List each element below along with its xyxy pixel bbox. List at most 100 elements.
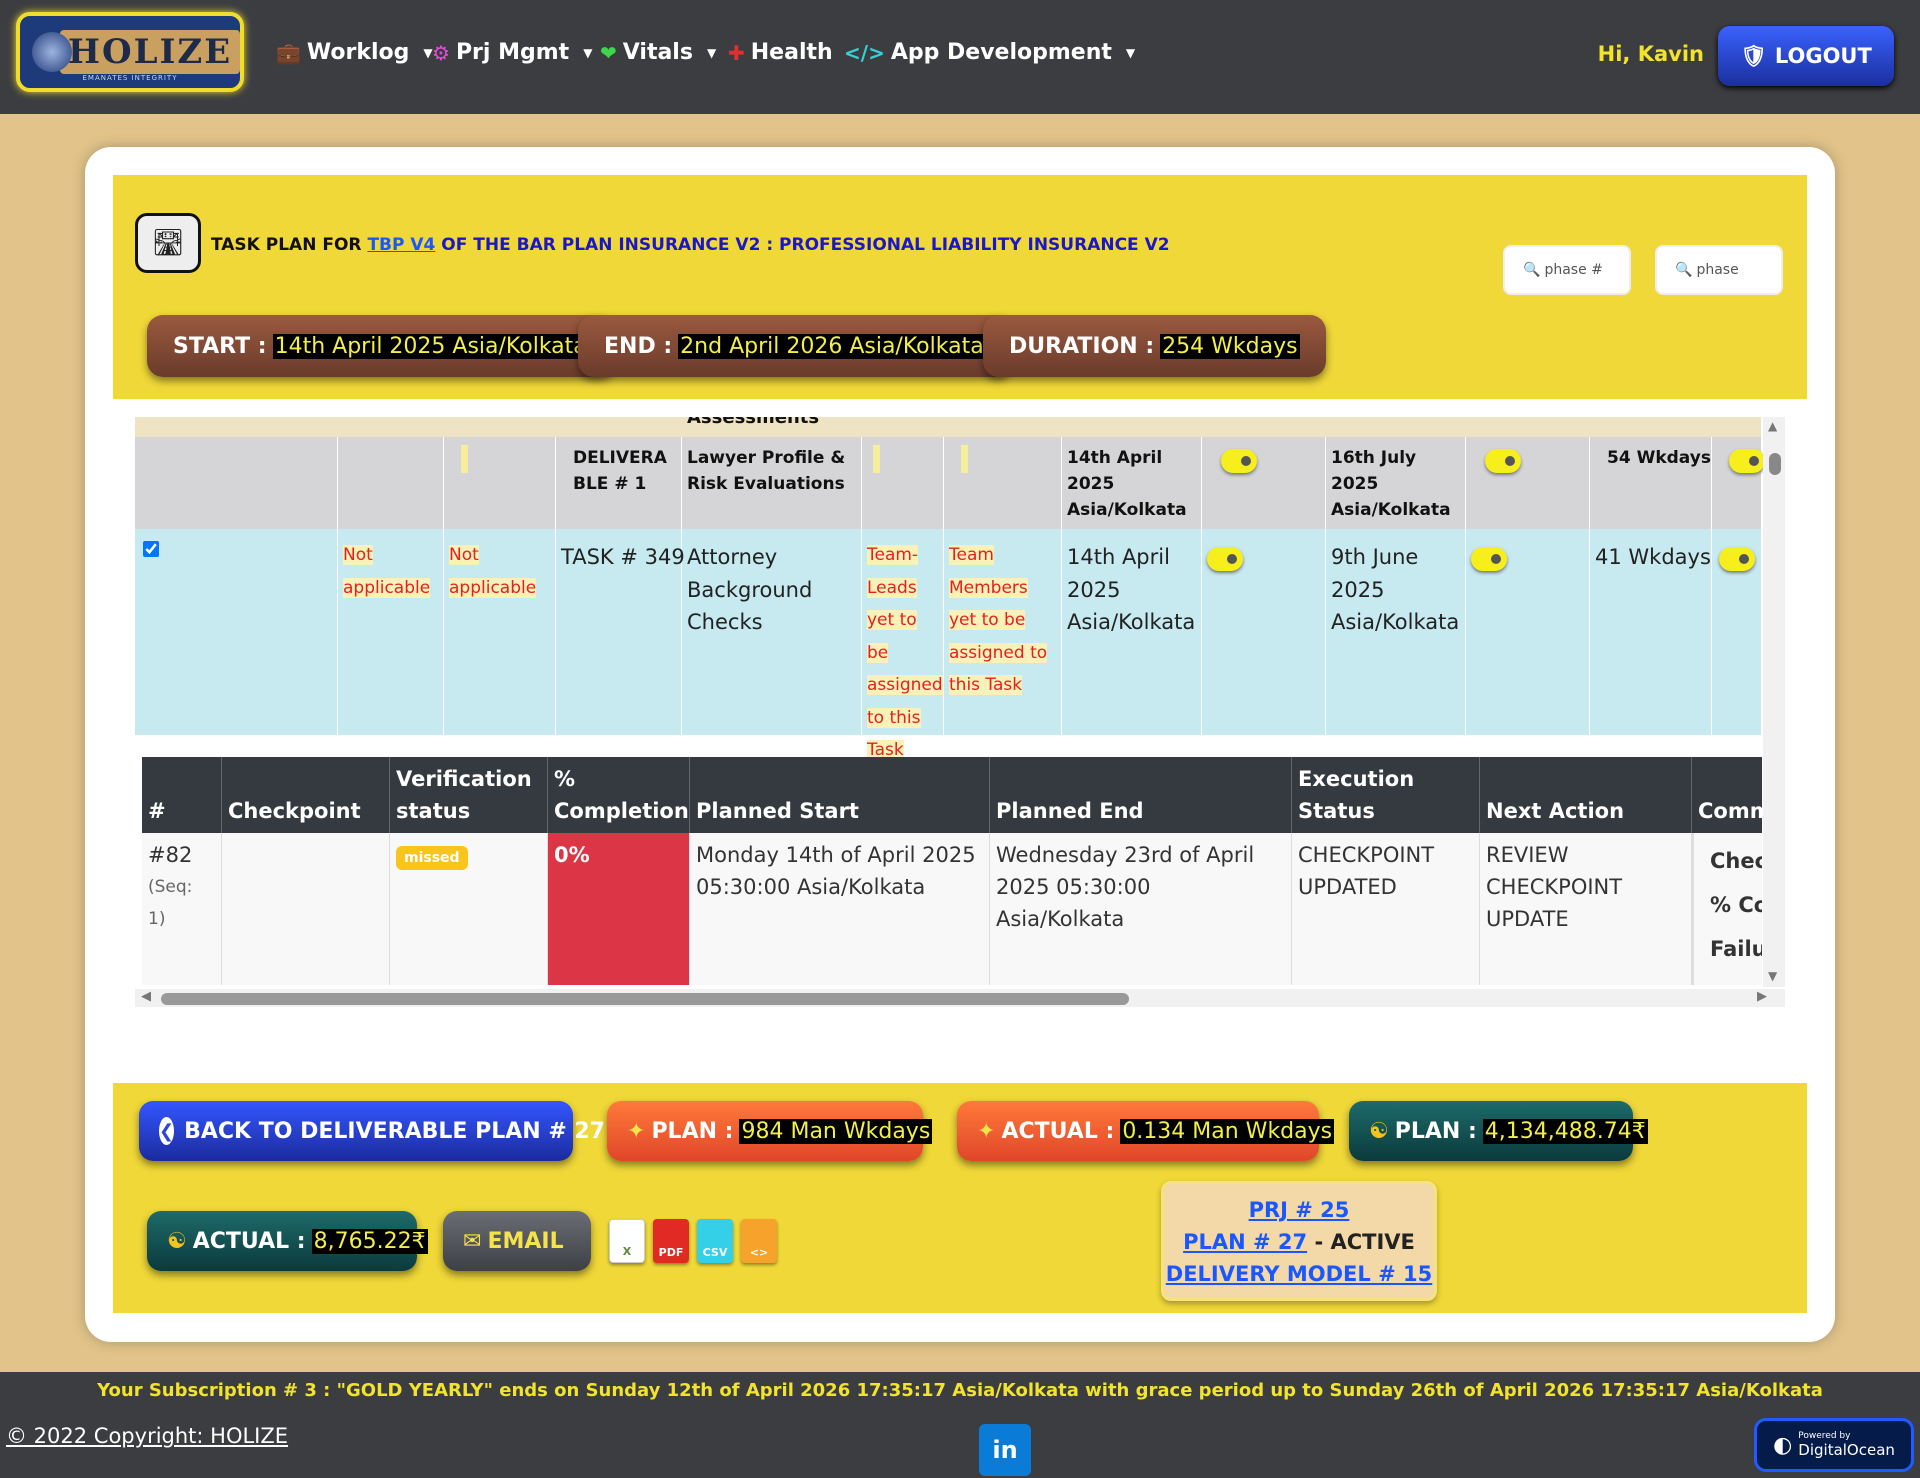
excel-icon[interactable]: X bbox=[609, 1219, 645, 1263]
coins-icon: ☯ bbox=[1369, 1118, 1389, 1144]
email-button[interactable]: ✉ EMAIL bbox=[443, 1211, 591, 1271]
back-to-deliverable-plan-button[interactable]: ❮ BACK TO DELIVERABLE PLAN # 27 bbox=[139, 1101, 605, 1161]
col-completion: % Completion bbox=[548, 757, 690, 833]
powered-by-text: Powered by bbox=[1798, 1431, 1851, 1441]
phase-placeholder: phase bbox=[1696, 262, 1739, 278]
missed-badge: missed bbox=[396, 846, 468, 870]
checkpoint-name bbox=[222, 833, 390, 985]
tools-icon: ✦ bbox=[627, 1118, 646, 1144]
scroll-left-icon[interactable]: ◀ bbox=[141, 989, 151, 1004]
checkpoint-table-header: # Checkpoint Verification status % Compl… bbox=[142, 757, 1762, 833]
shield-icon: 🛡 bbox=[1740, 43, 1767, 68]
deliverable-toggle[interactable] bbox=[1221, 449, 1257, 473]
deliverable-name: Lawyer Profile & Risk Evaluations bbox=[687, 448, 846, 494]
end-value: 2nd April 2026 Asia/Kolkata bbox=[678, 333, 986, 359]
start-value: 14th April 2025 Asia/Kolkata bbox=[272, 333, 589, 359]
task-select-checkbox[interactable] bbox=[143, 541, 159, 557]
heartbeat-icon: ❤ bbox=[600, 40, 617, 65]
digitalocean-badge[interactable]: ◐ Powered by DigitalOcean bbox=[1754, 1418, 1914, 1472]
linkedin-icon[interactable]: in bbox=[979, 1424, 1031, 1476]
back-arrow-icon: ❮ bbox=[159, 1117, 175, 1145]
pdf-icon[interactable]: PDF bbox=[653, 1219, 689, 1263]
actual-effort-button[interactable]: ✦ ACTUAL : 0.134 Man Wkdays bbox=[957, 1101, 1335, 1161]
nav-worklog[interactable]: 💼 Worklog ▼ bbox=[276, 40, 433, 65]
top-navbar: HOLIZE EMANATES INTEGRITY 💼 Worklog ▼ ⚙ … bbox=[0, 0, 1920, 114]
phase-number-search[interactable]: 🔍 phase # bbox=[1503, 245, 1631, 295]
plan-effort-value: 984 Man Wkdays bbox=[739, 1118, 933, 1144]
delivery-model-link[interactable]: DELIVERY MODEL # 15 bbox=[1166, 1262, 1432, 1286]
not-applicable-badge: Not applicable bbox=[449, 545, 537, 598]
phase-strip: Assessments bbox=[135, 417, 1761, 437]
deliverable-marker bbox=[461, 445, 468, 473]
team-members-unassigned: Team Members yet to be assigned to this … bbox=[949, 545, 1048, 695]
task-end: 9th June 2025 Asia/Kolkata bbox=[1331, 545, 1460, 634]
deliverable-end: 16th July 2025 Asia/Kolkata bbox=[1331, 448, 1451, 520]
nav-app-development[interactable]: </> App Development ▼ bbox=[844, 40, 1135, 65]
title-suffix: OF THE BAR PLAN INSURANCE V2 : PROFESSIO… bbox=[441, 235, 1170, 255]
comment-line: Check bbox=[1710, 849, 1762, 873]
logout-button[interactable]: 🛡 LOGOUT bbox=[1718, 26, 1894, 86]
actual-effort-value: 0.134 Man Wkdays bbox=[1120, 1118, 1335, 1144]
main-card: 🛣 TASK PLAN FOR TBP V4 OF THE BAR PLAN I… bbox=[85, 147, 1835, 1342]
task-toggle[interactable] bbox=[1207, 547, 1243, 571]
plan-cost-button[interactable]: ☯ PLAN : 4,134,488.74₹ bbox=[1349, 1101, 1648, 1161]
briefcase-icon: 💼 bbox=[276, 40, 301, 65]
actual-cost-button[interactable]: ☯ ACTUAL : 8,765.22₹ bbox=[147, 1211, 428, 1271]
plan-cost-label: PLAN : bbox=[1394, 1118, 1477, 1144]
csv-icon[interactable]: CSV bbox=[697, 1219, 733, 1263]
horizontal-scrollbar[interactable]: ◀ ▶ bbox=[135, 989, 1785, 1007]
deliverable-start: 14th April 2025 Asia/Kolkata bbox=[1067, 448, 1187, 520]
deliverable-toggle[interactable] bbox=[1729, 449, 1765, 473]
execution-status-cell: CHECKPOINT UPDATED bbox=[1292, 833, 1480, 985]
team-leads-unassigned: Team-Leads yet to be assigned to this Ta… bbox=[867, 545, 943, 760]
task-start: 14th April 2025 Asia/Kolkata bbox=[1067, 545, 1196, 634]
code-file-icon[interactable]: <> bbox=[741, 1219, 777, 1263]
deliverable-number: DELIVERABLE # 1 bbox=[573, 448, 667, 494]
envelope-icon: ✉ bbox=[463, 1228, 482, 1254]
prj-link[interactable]: PRJ # 25 bbox=[1249, 1198, 1350, 1222]
scroll-down-icon[interactable]: ▼ bbox=[1768, 969, 1777, 983]
tbp-link[interactable]: TBP V4 bbox=[367, 235, 435, 255]
digitalocean-text: Powered by DigitalOcean bbox=[1798, 1431, 1895, 1459]
first-aid-icon: ✚ bbox=[728, 40, 745, 65]
task-toggle[interactable] bbox=[1471, 547, 1507, 571]
holize-logo[interactable]: HOLIZE EMANATES INTEGRITY bbox=[16, 12, 244, 92]
task-toggle[interactable] bbox=[1719, 547, 1755, 571]
col-next-action: Next Action bbox=[1480, 757, 1692, 833]
col-planned-end: Planned End bbox=[990, 757, 1292, 833]
completion-cell: 0% bbox=[548, 833, 690, 985]
horizontal-scroll-thumb[interactable] bbox=[161, 993, 1129, 1005]
nav-health-label: Health bbox=[750, 40, 833, 65]
nav-prj-mgmt[interactable]: ⚙ Prj Mgmt ▼ bbox=[432, 40, 592, 65]
plan-link[interactable]: PLAN # 27 bbox=[1183, 1230, 1307, 1254]
task-plan-header: 🛣 TASK PLAN FOR TBP V4 OF THE BAR PLAN I… bbox=[113, 175, 1807, 399]
vertical-scrollbar[interactable]: ▲ ▼ bbox=[1763, 417, 1785, 987]
logout-label: LOGOUT bbox=[1774, 44, 1872, 68]
task-number: TASK # 349 bbox=[561, 545, 685, 569]
scroll-up-icon[interactable]: ▲ bbox=[1768, 419, 1777, 433]
plan-status: - ACTIVE bbox=[1314, 1230, 1415, 1254]
search-icon: 🔍 bbox=[1675, 262, 1693, 278]
task-plan-footer: ❮ BACK TO DELIVERABLE PLAN # 27 ✦ PLAN :… bbox=[113, 1083, 1807, 1313]
plan-effort-button[interactable]: ✦ PLAN : 984 Man Wkdays bbox=[607, 1101, 933, 1161]
nav-vitals[interactable]: ❤ Vitals ▼ bbox=[600, 40, 716, 65]
deliverable-marker bbox=[873, 445, 880, 473]
task-grid-scroll-area[interactable]: Assessments DELIVERABLE # 1 Lawyer Profi… bbox=[135, 417, 1785, 1007]
vertical-scroll-thumb[interactable] bbox=[1769, 453, 1781, 475]
copyright-link[interactable]: © 2022 Copyright: HOLIZE bbox=[6, 1424, 288, 1448]
page-title: TASK PLAN FOR TBP V4 OF THE BAR PLAN INS… bbox=[211, 235, 1170, 255]
phase-strip-text: Assessments bbox=[687, 417, 820, 428]
verification-cell: missed bbox=[390, 833, 548, 985]
chevron-down-icon: ▼ bbox=[1125, 45, 1136, 60]
deliverable-toggle[interactable] bbox=[1485, 449, 1521, 473]
plan-cost-value: 4,134,488.74₹ bbox=[1482, 1118, 1648, 1144]
phase-search[interactable]: 🔍 phase bbox=[1655, 245, 1783, 295]
nav-worklog-label: Worklog bbox=[306, 40, 410, 65]
col-verification-status: Verification status bbox=[390, 757, 548, 833]
comment-line: % Cor bbox=[1710, 893, 1762, 917]
footer-bar: Your Subscription # 3 : "GOLD YEARLY" en… bbox=[0, 1372, 1920, 1478]
code-icon: </> bbox=[844, 40, 885, 65]
scroll-right-icon[interactable]: ▶ bbox=[1757, 989, 1767, 1004]
subscription-notice: Your Subscription # 3 : "GOLD YEARLY" en… bbox=[97, 1380, 1823, 1401]
nav-health[interactable]: ✚ Health bbox=[728, 40, 833, 65]
